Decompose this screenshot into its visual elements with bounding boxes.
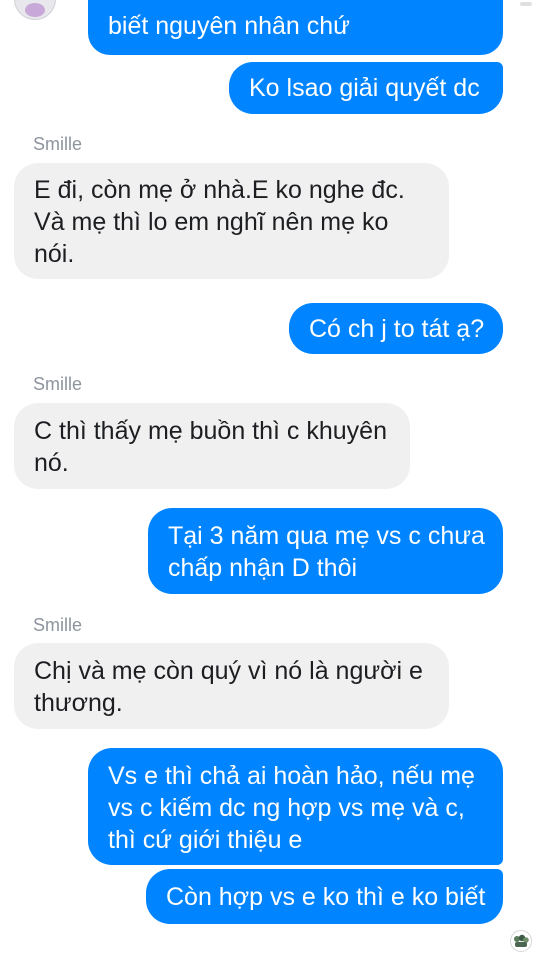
avatar-icon[interactable] [14, 0, 56, 20]
message-text: chấp nhận D thôi [168, 554, 358, 582]
message-text: vs c kiếm dc ng hợp vs mẹ và c, [108, 794, 465, 822]
message-text: thương. [34, 689, 123, 717]
scroll-indicator [520, 2, 532, 6]
sender-name: Smille [33, 134, 83, 154]
message-bubble-outgoing[interactable]: Tại 3 năm qua mẹ vs c chưa chấp nhận D t… [148, 508, 503, 594]
message-text: biết nguyên nhân chứ [108, 12, 350, 40]
message-text: E đi, còn mẹ ở nhà.E ko nghe đc. [34, 176, 405, 204]
message-text: thì cứ giới thiệu e [108, 826, 303, 854]
message-bubble-outgoing[interactable]: Còn hợp vs e ko thì e ko biết [146, 869, 503, 924]
seen-avatar-icon [510, 930, 532, 952]
message-text: nó. [34, 449, 69, 477]
message-bubble-incoming[interactable]: Chị và mẹ còn quý vì nó là người e thươn… [14, 643, 449, 729]
message-text: Có ch j to tát ạ? [309, 315, 485, 343]
message-bubble-outgoing[interactable]: Có ch j to tát ạ? [289, 303, 503, 354]
chat-screen: biết nguyên nhân chứ Ko lsao giải quyết … [0, 0, 540, 960]
message-bubble-outgoing[interactable]: Ko lsao giải quyết dc [229, 62, 503, 114]
message-text: Tại 3 năm qua mẹ vs c chưa [168, 522, 485, 550]
sender-name: Smille [33, 374, 83, 394]
sender-name: Smille [33, 615, 83, 635]
message-text: Vs e thì chả ai hoàn hảo, nếu mẹ [108, 762, 475, 790]
message-text: Ko lsao giải quyết dc [249, 74, 480, 102]
message-bubble-outgoing[interactable]: Vs e thì chả ai hoàn hảo, nếu mẹ vs c ki… [88, 748, 503, 865]
message-bubble-incoming[interactable]: E đi, còn mẹ ở nhà.E ko nghe đc. Và mẹ t… [14, 163, 449, 279]
message-text: Chị và mẹ còn quý vì nó là người e [34, 657, 423, 685]
message-bubble-outgoing[interactable]: biết nguyên nhân chứ [88, 0, 503, 55]
message-text: Còn hợp vs e ko thì e ko biết [166, 883, 486, 911]
message-text: Và mẹ thì lo em nghĩ nên mẹ ko [34, 208, 389, 236]
message-bubble-incoming[interactable]: C thì thấy mẹ buồn thì c khuyên nó. [14, 403, 410, 489]
message-text: C thì thấy mẹ buồn thì c khuyên [34, 417, 387, 445]
message-text: nói. [34, 240, 75, 268]
